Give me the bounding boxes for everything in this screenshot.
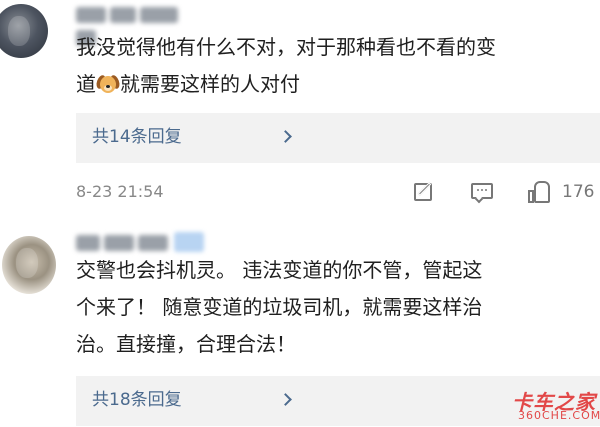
- username-blurred[interactable]: [76, 4, 198, 46]
- comment-line: 我没觉得他有什么不对，对于那种看也不看的变: [76, 35, 496, 59]
- comment-line: 个来了！ 随意变道的垃圾司机，就需要这样治: [76, 295, 483, 319]
- comment-item: 我没觉得他有什么不对，对于那种看也不看的变 道就需要这样的人对付 共14条回复 …: [0, 0, 600, 216]
- timestamp: 8-23 21:54: [76, 182, 164, 201]
- comment-line: 交警也会抖机灵。 违法变道的你不管，管起这: [76, 258, 483, 282]
- replies-count-label: 共18条回复: [92, 390, 182, 410]
- edit-icon[interactable]: [411, 179, 437, 205]
- avatar[interactable]: [2, 236, 56, 294]
- view-replies-button[interactable]: 共14条回复: [76, 113, 600, 163]
- dog-face-icon: [94, 73, 122, 95]
- comment-text: 我没觉得他有什么不对，对于那种看也不看的变 道就需要这样的人对付: [76, 29, 596, 103]
- username-blurred[interactable]: [76, 232, 172, 254]
- comment-icon[interactable]: [469, 179, 495, 205]
- user-badge: [174, 232, 204, 252]
- comment-line: 道就需要这样的人对付: [76, 72, 300, 96]
- chevron-right-icon: [279, 130, 292, 143]
- like-icon[interactable]: [528, 179, 554, 205]
- like-count: 176: [562, 182, 595, 202]
- comment-meta: 8-23 21:54 176: [0, 178, 600, 208]
- comment-line: 治。直接撞，合理合法！: [76, 332, 296, 356]
- watermark-logo: 卡车之家 360CHE.COM: [500, 384, 600, 427]
- chevron-right-icon: [279, 393, 292, 406]
- avatar[interactable]: [0, 4, 48, 58]
- watermark-url: 360CHE.COM: [518, 409, 600, 422]
- replies-count-label: 共14条回复: [92, 127, 182, 147]
- comment-text: 交警也会抖机灵。 违法变道的你不管，管起这 个来了！ 随意变道的垃圾司机，就需要…: [76, 252, 596, 363]
